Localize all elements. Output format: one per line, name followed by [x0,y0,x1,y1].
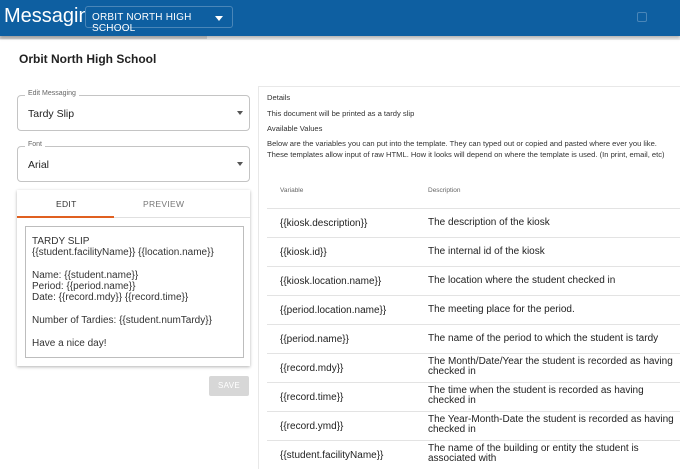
table-row: {{period.name}} The name of the period t… [267,324,680,353]
column-header-description: Description [428,187,461,194]
description-cell: The description of the kiosk [428,217,550,228]
chevron-down-icon [237,111,243,115]
template-line: Have a nice day! [32,337,107,349]
font-value: Arial [28,159,50,171]
chevron-down-icon [215,16,223,21]
variable-cell: {{student.facilityName}} [280,450,384,461]
template-line: {{student.facilityName}} {{location.name… [32,247,214,259]
variable-cell: {{kiosk.location.name}} [280,276,382,287]
table-row: {{student.facilityName}} The name of the… [267,440,680,469]
tab-edit[interactable]: EDIT [56,199,77,209]
template-line-blank [32,326,237,337]
description-cell: The time when the student is recorded as… [428,385,644,407]
description-cell: The Year-Month-Date the student is recor… [428,414,674,436]
table-row: {{period.location.name}} The meeting pla… [267,295,680,324]
template-editor: EDIT PREVIEW TARDY SLIP {{student.facili… [17,190,250,366]
template-line-blank [32,304,237,315]
description-cell: The name of the period to which the stud… [428,333,659,344]
chevron-down-icon [237,162,243,166]
description-cell: The meeting place for the period. [428,304,575,315]
details-panel: Details This document will be printed as… [258,86,680,469]
edit-messaging-label: Edit Messaging [25,90,79,97]
details-heading: Details [267,93,291,102]
description-cell: The Month/Date/Year the student is recor… [428,356,673,378]
template-line: Date: {{record.mdy}} {{record.time}} [32,292,189,304]
font-label: Font [25,141,46,148]
template-line: Number of Tardies: {{student.numTardy}} [32,315,212,327]
variable-cell: {{kiosk.id}} [280,247,327,258]
active-tab-indicator [17,216,114,218]
column-header-variable: Variable [280,187,304,194]
template-line: Period: {{period.name}} [32,281,136,293]
template-line-blank [32,259,237,270]
font-select[interactable]: Font Arial [17,141,250,182]
template-line: TARDY SLIP [32,236,90,247]
description-cell: The name of the building or entity the s… [428,443,639,465]
table-row: {{record.ymd}} The Year-Month-Date the s… [267,411,680,440]
edit-messaging-value: Tardy Slip [28,108,75,120]
description-cell: The location where the student checked i… [428,275,616,286]
faint-control-icon[interactable] [637,12,647,22]
page-title: Orbit North High School [19,52,157,66]
table-row: {{record.time}} The time when the studen… [267,382,680,411]
table-row: {{kiosk.id}} The internal id of the kios… [267,237,680,266]
table-row: {{record.mdy}} The Month/Date/Year the s… [267,353,680,382]
variable-cell: {{period.location.name}} [280,305,387,316]
school-select[interactable]: ORBIT NORTH HIGH SCHOOL [85,6,233,34]
editor-tabs: EDIT PREVIEW [17,190,250,218]
table-row: {{kiosk.description}} The description of… [267,208,680,237]
tab-preview[interactable]: PREVIEW [143,199,184,209]
template-line: Name: {{student.name}} [32,269,139,281]
school-select-label: ORBIT NORTH HIGH SCHOOL [92,12,192,34]
variable-cell: {{record.ymd}} [280,421,344,432]
edit-messaging-select[interactable]: Edit Messaging Tardy Slip [17,90,250,131]
available-values-heading: Available Values [267,124,323,133]
table-row: {{kiosk.location.name}} The location whe… [267,266,680,295]
variable-cell: {{record.mdy}} [280,363,344,374]
header-underbar [0,36,207,39]
variable-cell: {{period.name}} [280,334,349,345]
variable-cell: {{record.time}} [280,392,344,403]
save-button[interactable]: SAVE [209,376,249,396]
details-subtitle: This document will be printed as a tardy… [267,109,415,118]
variable-cell: {{kiosk.description}} [280,218,368,229]
description-cell: The internal id of the kiosk [428,246,545,257]
app-bar: Messaging - ORBIT NORTH HIGH SCHOOL [0,0,680,36]
template-textarea[interactable]: TARDY SLIP {{student.facilityName}} {{lo… [25,226,244,358]
available-values-description: Below are the variables you can put into… [267,139,665,159]
